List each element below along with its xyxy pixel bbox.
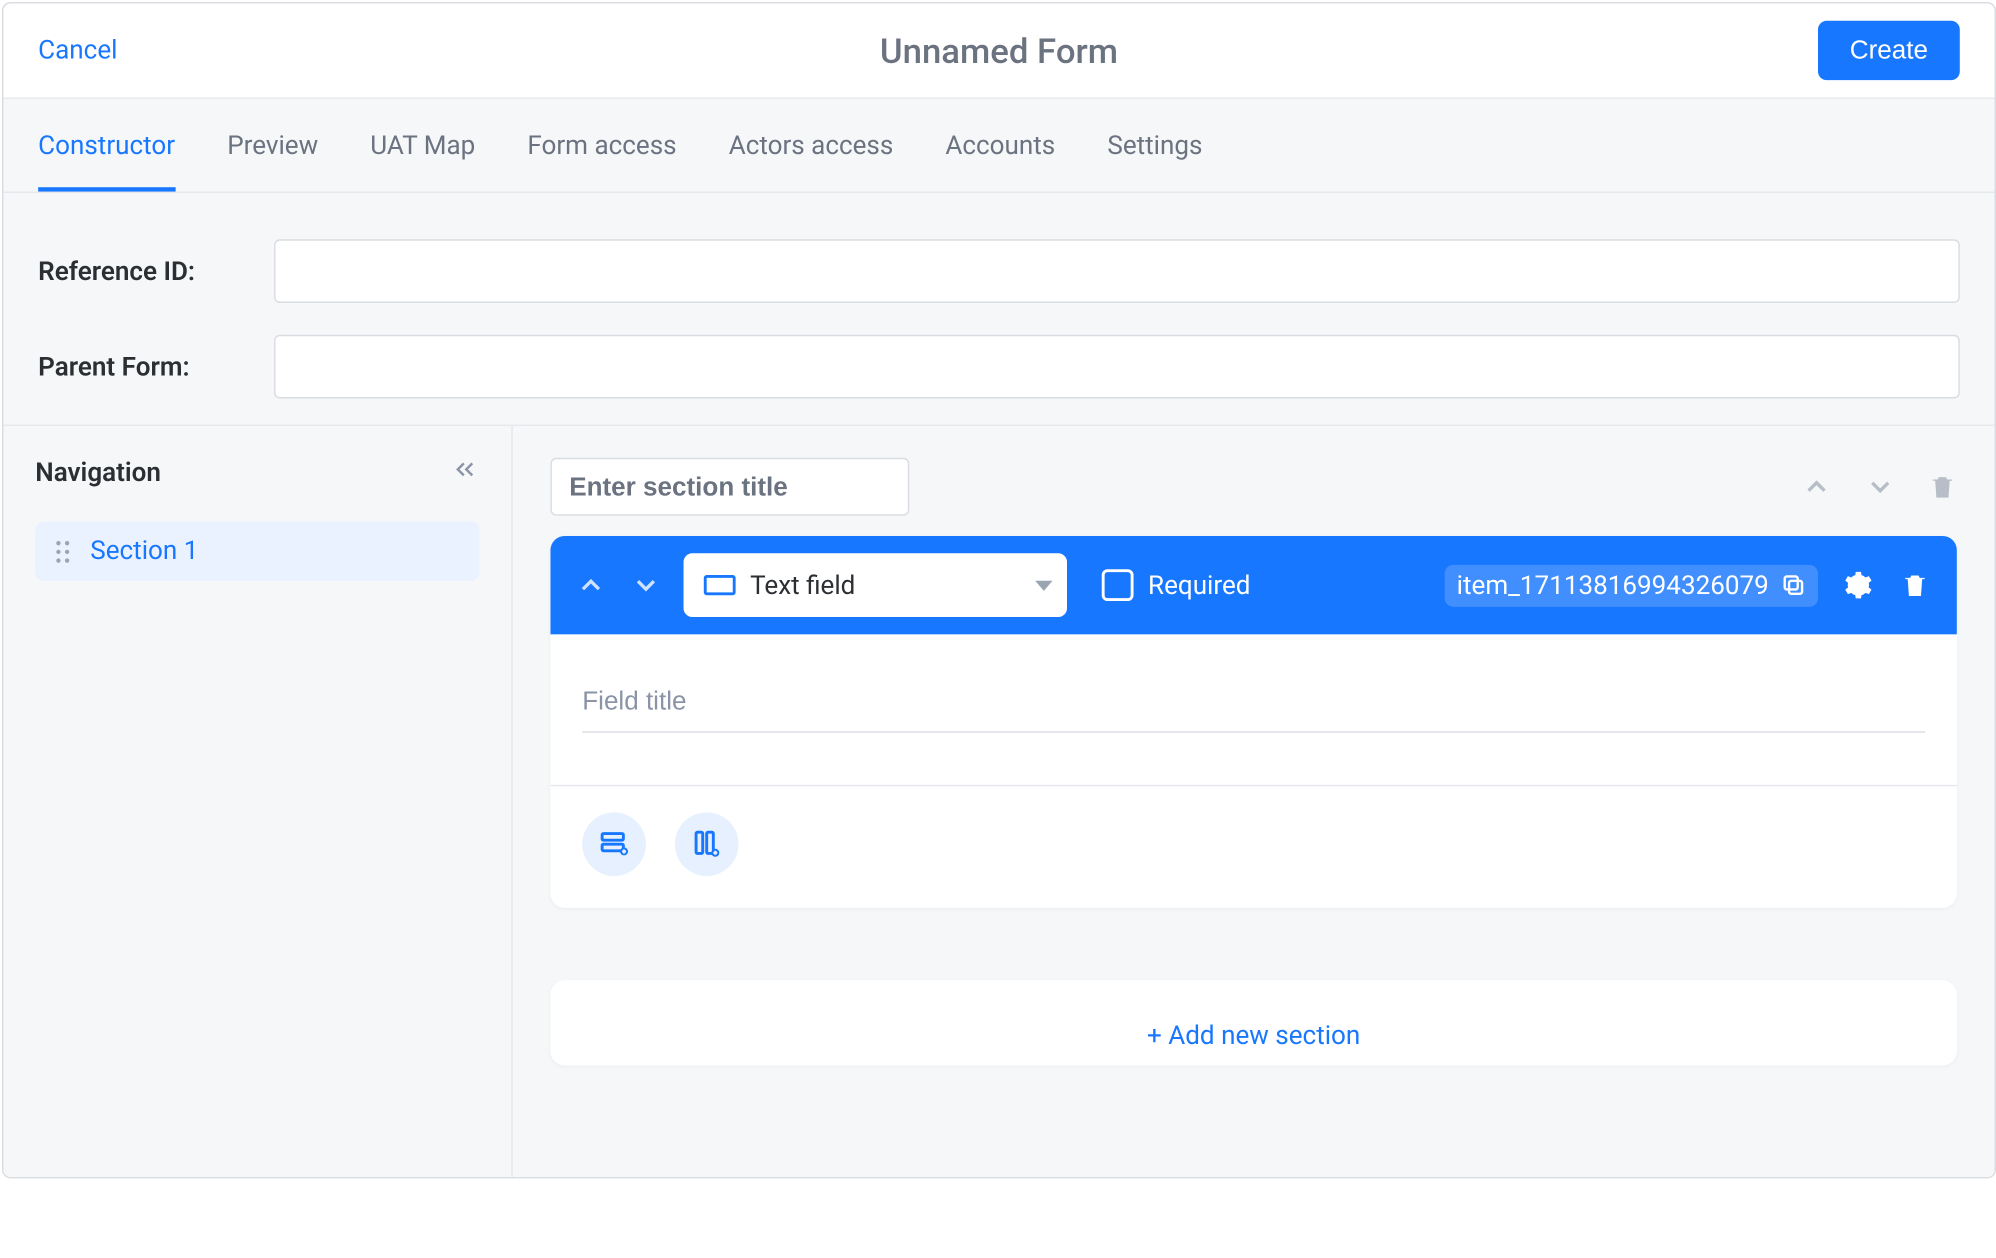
add-section-button[interactable]: + Add new section [550,980,1956,1065]
parent-form-input[interactable] [274,335,1960,399]
required-checkbox[interactable]: Required [1102,569,1251,601]
checkbox-icon [1102,569,1134,601]
tab-form-access[interactable]: Form access [527,99,676,192]
field-delete-icon[interactable] [1896,566,1934,604]
field-card: Text field Required item_171138169943260… [550,536,1956,908]
field-move-down-icon[interactable] [629,568,664,603]
section-move-up-icon[interactable] [1801,471,1833,503]
page-title: Unnamed Form [328,30,1671,71]
field-type-select[interactable]: Text field [684,553,1067,617]
section-delete-icon[interactable] [1928,472,1957,501]
field-title-input[interactable] [582,678,1925,733]
field-settings-icon[interactable] [1838,566,1876,604]
canvas-area: Text field Required item_171138169943260… [513,426,1995,1177]
sidebar-item-section-1[interactable]: Section 1 [35,521,479,580]
create-button[interactable]: Create [1818,21,1960,80]
required-label: Required [1148,570,1250,600]
navigation-heading: Navigation [35,457,161,487]
reference-id-input[interactable] [274,239,1960,303]
tab-preview[interactable]: Preview [227,99,318,192]
section-move-down-icon[interactable] [1864,471,1896,503]
tab-accounts[interactable]: Accounts [945,99,1055,192]
header-bar: Cancel Unnamed Form Create [3,3,1994,99]
sidebar-item-label: Section 1 [90,536,198,566]
section-title-input[interactable] [550,458,909,516]
copy-icon [1780,572,1806,598]
field-type-label: Text field [750,570,855,600]
field-header-bar: Text field Required item_171138169943260… [550,536,1956,634]
field-move-up-icon[interactable] [574,568,609,603]
tab-constructor[interactable]: Constructor [38,99,175,192]
add-column-button[interactable] [675,812,739,876]
item-id-text: item_17113816994326079 [1457,570,1769,600]
cancel-link[interactable]: Cancel [38,35,117,65]
tab-uat-map[interactable]: UAT Map [370,99,475,192]
drag-handle-icon[interactable] [53,540,73,563]
tab-settings[interactable]: Settings [1107,99,1202,192]
collapse-sidebar-icon[interactable] [451,455,480,490]
tab-actors-access[interactable]: Actors access [729,99,894,192]
text-field-icon [704,575,736,595]
add-row-button[interactable] [582,812,646,876]
chevron-down-icon [1035,580,1052,590]
sidebar: Navigation Section 1 [3,426,512,1177]
item-id-badge[interactable]: item_17113816994326079 [1445,564,1818,606]
parent-form-label: Parent Form: [38,351,248,381]
tabs: Constructor Preview UAT Map Form access … [3,99,1994,193]
reference-id-label: Reference ID: [38,256,248,286]
